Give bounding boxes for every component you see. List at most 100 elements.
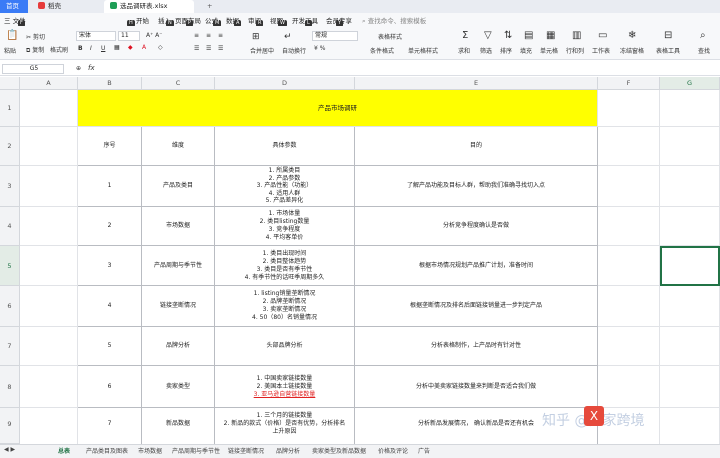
cell-f5[interactable]	[598, 246, 660, 286]
row-dim-5[interactable]: 品牌分析	[142, 327, 215, 366]
table-tools-icon[interactable]: ⊟	[664, 30, 672, 41]
currency-percent[interactable]: ¥ %	[314, 45, 325, 52]
paste-icon[interactable]: 📋	[6, 30, 18, 41]
row-purpose-3[interactable]: 根据市场情况规划产品推广计划，准备时间	[355, 246, 598, 286]
font-color-icon[interactable]: A	[142, 44, 146, 51]
row-no-1[interactable]: 1	[78, 166, 142, 207]
freeze-icon[interactable]: ❄	[628, 30, 636, 41]
row-purpose-1[interactable]: 了解产品功能及目标人群，帮助我们准确寻找切入点	[355, 166, 598, 207]
header-dimension[interactable]: 维度	[142, 127, 215, 166]
align-bottom-icon[interactable]: ≡	[218, 32, 223, 39]
row-header-5[interactable]: 5	[0, 246, 20, 286]
row-header-1[interactable]: 1	[0, 90, 20, 127]
font-size-select[interactable]: 11	[118, 31, 140, 41]
cell-a9[interactable]	[20, 408, 78, 444]
row-header-2[interactable]: 2	[0, 127, 20, 166]
formula-input[interactable]	[104, 64, 716, 74]
cell-g1[interactable]	[660, 90, 720, 127]
cell-a2[interactable]	[20, 127, 78, 166]
column-header-b[interactable]: B	[78, 77, 142, 90]
fill-icon[interactable]: ▤	[524, 30, 533, 41]
name-box[interactable]: G5	[2, 64, 64, 74]
sheet-tab-ads[interactable]: 广告	[418, 446, 430, 455]
row-header-3[interactable]: 3	[0, 166, 20, 207]
freeze-button[interactable]: 冻结窗格	[620, 46, 644, 55]
sheet-nav-icon[interactable]: ◀ ▶	[4, 446, 15, 453]
row-no-3[interactable]: 3	[78, 246, 142, 286]
row-params-7[interactable]: 1. 三个月的链接数量 2. 新品的款式（价格）是否有优势，分析排名 上升原因	[215, 408, 355, 444]
cell-a4[interactable]	[20, 207, 78, 246]
row-dim-4[interactable]: 链接垄断情况	[142, 286, 215, 327]
find-icon[interactable]: ⌕	[700, 30, 706, 41]
fx-button[interactable]: fx	[88, 64, 95, 72]
filter-icon[interactable]: ▽	[484, 30, 492, 41]
cell-g3[interactable]	[660, 166, 720, 207]
merge-icon[interactable]: ⊞	[252, 32, 260, 42]
new-tab-button[interactable]: +	[204, 0, 218, 13]
row-purpose-6[interactable]: 分析中美卖家链接数量来判断是否适合我们做	[355, 366, 598, 408]
cut-button[interactable]: ✂ 剪切	[26, 32, 45, 41]
align-left-icon[interactable]: ☰	[194, 45, 199, 52]
find-button[interactable]: 查找	[698, 46, 710, 55]
bold-button[interactable]: B	[78, 45, 83, 52]
align-right-icon[interactable]: ☰	[218, 45, 223, 52]
fill-button[interactable]: 填充	[520, 46, 532, 55]
paste-button[interactable]: 粘贴	[4, 46, 16, 55]
column-header-c[interactable]: C	[142, 77, 215, 90]
column-header-g[interactable]: G	[660, 77, 720, 90]
cell-a1[interactable]	[20, 90, 78, 127]
column-header-a[interactable]: A	[20, 77, 78, 90]
sheet-icon[interactable]: ▭	[598, 30, 607, 41]
rowcol-icon[interactable]: ▥	[572, 30, 581, 41]
header-params[interactable]: 具体参数	[215, 127, 355, 166]
header-purpose[interactable]: 目的	[355, 127, 598, 166]
cell-f8[interactable]	[598, 366, 660, 408]
cond-format-button[interactable]: 条件格式	[370, 46, 394, 55]
row-no-4[interactable]: 4	[78, 286, 142, 327]
merge-button[interactable]: 合并居中	[250, 46, 274, 55]
row-dim-2[interactable]: 市场数据	[142, 207, 215, 246]
cell-f6[interactable]	[598, 286, 660, 327]
table-tools-button[interactable]: 表格工具	[656, 46, 680, 55]
row-params-6[interactable]: 1. 中国卖家链接数量 2. 美国本土链接数量 3. 亚马逊自营链接数量	[215, 366, 355, 408]
row-dim-3[interactable]: 产品周期与季节性	[142, 246, 215, 286]
cell-g9[interactable]	[660, 408, 720, 444]
sort-icon[interactable]: ⇅	[504, 30, 512, 41]
row-dim-6[interactable]: 卖家类型	[142, 366, 215, 408]
row-header-4[interactable]: 4	[0, 207, 20, 246]
sheet-tab-cycle[interactable]: 产品周期与季节性	[172, 446, 220, 455]
autowrap-icon[interactable]: ↵	[284, 32, 292, 42]
cell-button[interactable]: 单元格	[540, 46, 558, 55]
sheet-button[interactable]: 工作表	[592, 46, 610, 55]
row-no-6[interactable]: 6	[78, 366, 142, 408]
cell-style-button[interactable]: 单元格样式	[408, 46, 438, 55]
row-params-1[interactable]: 1. 所属类目 2. 产品参数 3. 产品性能（功能） 4. 适用人群 5. 产…	[215, 166, 355, 207]
underline-button[interactable]: U	[101, 45, 105, 52]
rowcol-button[interactable]: 行和列	[566, 46, 584, 55]
cell-a6[interactable]	[20, 286, 78, 327]
format-painter-button[interactable]: 格式刷	[50, 45, 68, 54]
cell-icon[interactable]: ▦	[546, 30, 555, 41]
align-center-icon[interactable]: ☰	[206, 45, 211, 52]
zoom-icon[interactable]: ⊕	[76, 65, 81, 72]
align-top-icon[interactable]: ≡	[194, 32, 199, 39]
fill-color-icon[interactable]: ◆	[128, 44, 133, 51]
cell-g7[interactable]	[660, 327, 720, 366]
tab-wps[interactable]: 稻壳	[32, 0, 88, 13]
filter-button[interactable]: 筛选	[480, 46, 492, 55]
cell-f7[interactable]	[598, 327, 660, 366]
sum-button[interactable]: 求和	[458, 46, 470, 55]
title-cell[interactable]: 产品市场调研	[78, 90, 598, 127]
row-purpose-4[interactable]: 根据垄断情况及排名后面链接销量进一步判定产品	[355, 286, 598, 327]
sheet-grid[interactable]: 产品市场调研 序号 维度 具体参数 目的 1 产品及类目 1. 所属类目 2. …	[20, 90, 720, 444]
border-icon[interactable]: ▦	[114, 44, 120, 51]
sheet-tab-seller[interactable]: 卖家类型及新品数据	[312, 446, 366, 455]
column-header-e[interactable]: E	[355, 77, 598, 90]
row-no-2[interactable]: 2	[78, 207, 142, 246]
sheet-tab-monopoly[interactable]: 链接垄断情况	[228, 446, 264, 455]
row-purpose-5[interactable]: 分析表格制作，上产品时有针对性	[355, 327, 598, 366]
sum-icon[interactable]: Σ	[462, 30, 468, 41]
table-style-button[interactable]: 表格样式	[378, 32, 402, 41]
row-no-5[interactable]: 5	[78, 327, 142, 366]
row-params-4[interactable]: 1. listing销量垄断情况 2. 品牌垄断情况 3. 卖家垄断情况 4. …	[215, 286, 355, 327]
